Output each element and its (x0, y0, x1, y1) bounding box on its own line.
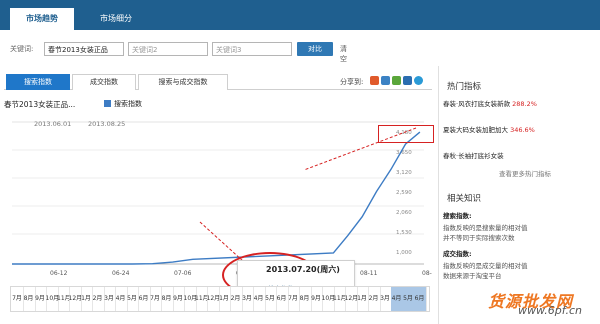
tooltip-date: 2013.07.20(周六) (266, 265, 340, 274)
share-qq-icon[interactable] (381, 76, 390, 85)
knowledge-search-title: 搜索指数: (443, 212, 472, 220)
share-label: 分享到: (340, 78, 364, 86)
knowledge-deal-title: 成交指数: (443, 250, 472, 258)
x-tick-label: 08-23 (422, 270, 432, 277)
top-tab-bar: 市场趋势 市场细分 (0, 0, 600, 30)
help-icon[interactable] (414, 76, 423, 85)
knowledge-deal-line-2: 数据来源于淘宝平台 (443, 272, 502, 280)
x-tick-label: 08-11 (360, 270, 378, 277)
y-tick-label: 2,060 (396, 210, 412, 216)
tab-market-segment[interactable]: 市场细分 (86, 8, 146, 30)
x-tick-label: 06-24 (112, 270, 130, 277)
keyword-label: 关键词: (10, 45, 34, 53)
tab-deal-index[interactable]: 成交指数 (72, 74, 136, 90)
trend-chart-svg: 2013.06.01 2013.08.25 06-1206-2407-0607-… (12, 120, 432, 277)
y-tick-label: 1,530 (396, 230, 412, 236)
share-douban-icon[interactable] (403, 76, 412, 85)
clear-link[interactable]: 清空 (340, 44, 347, 64)
knowledge-title: 相关知识 (447, 194, 482, 204)
y-tick-label: 3,120 (396, 170, 412, 176)
more-link[interactable]: 查看更多热门指标 (499, 168, 551, 178)
annotation-arrow-bottom (199, 221, 245, 263)
tab-search-deal-index[interactable]: 搜索与成交指数 (138, 74, 228, 90)
compare-button[interactable]: 对比 (297, 42, 333, 56)
date-range-end: 2013.08.25 (88, 120, 125, 128)
index-tab-bar: 搜索指数 成交指数 搜索与成交指数 (4, 74, 432, 90)
date-range-start: 2013.06.01 (34, 120, 71, 128)
highlight-rect (378, 125, 434, 143)
keyword-input-3[interactable]: 关键词3 (212, 42, 292, 56)
keyword-input-2[interactable]: 关键词2 (128, 42, 208, 56)
hot-item-3[interactable]: 春秋·长袖打底衫女装 (443, 150, 504, 160)
search-index-line (12, 131, 421, 265)
date-cell[interactable]: 6月 (413, 287, 427, 311)
knowledge-search-line-1: 指数反映的是搜索量的相对值 (443, 224, 528, 232)
x-tick-label: 06-12 (50, 270, 68, 277)
knowledge-search-line-2: 并不等同于实际搜索次数 (443, 234, 515, 242)
date-range-slider[interactable]: 7月 8月 9月 10月 11月 12月 1月 2月 3月 4月 5月 6月 7月 8月 9月 10月 11月 1… (10, 286, 430, 312)
y-tick-label: 2,590 (396, 190, 412, 196)
legend-label: 搜索指数 (114, 100, 142, 108)
share-renren-icon[interactable] (392, 76, 401, 85)
watermark-url: www.6pf.cn (518, 304, 582, 317)
hot-title: 热门指标 (447, 82, 482, 92)
legend-swatch (104, 100, 111, 107)
share-weibo-icon[interactable] (370, 76, 379, 85)
x-tick-label: 07-06 (174, 270, 192, 277)
knowledge-deal-line-1: 指数反映的是成交量的相对值 (443, 262, 528, 270)
tab-market-trend[interactable]: 市场趋势 (10, 8, 74, 30)
hot-item-1[interactable]: 春装·风衣打底女装新款 288.2% (443, 98, 537, 108)
hot-item-2[interactable]: 夏装大码女装加肥加大 346.6% (443, 124, 535, 134)
tab-search-index[interactable]: 搜索指数 (6, 74, 70, 90)
right-panel: 热门指标 春装·风衣打底女装新款 288.2% 夏装大码女装加肥加大 346.6… (438, 66, 600, 324)
trend-chart: 2013.06.01 2013.08.25 06-1206-2407-0607-… (4, 112, 432, 284)
keyword-input-1[interactable]: 春节2013女装正品 (44, 42, 124, 56)
y-tick-label: 1,000 (396, 250, 412, 256)
chart-title: 春节2013女装正品... (4, 100, 76, 109)
